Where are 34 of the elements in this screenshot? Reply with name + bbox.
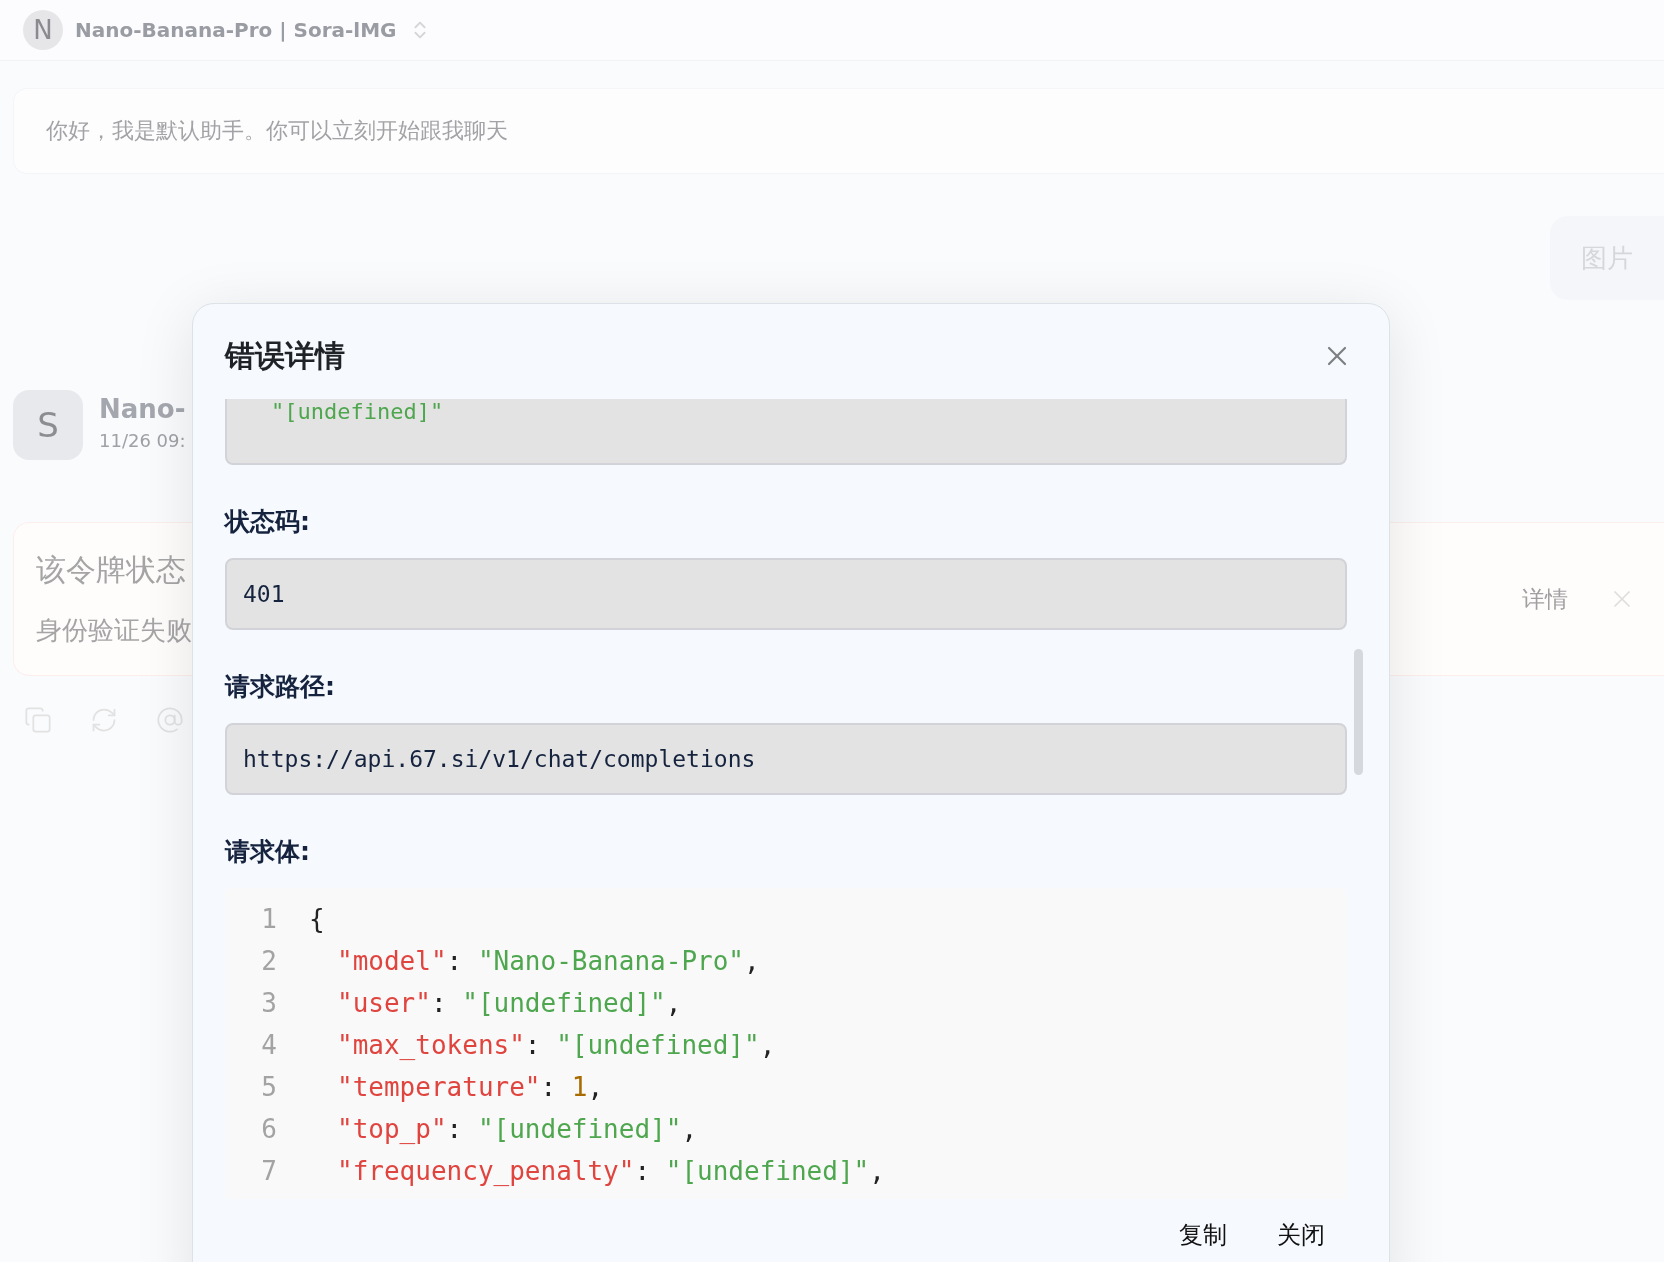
scrollbar-thumb[interactable] xyxy=(1354,649,1363,775)
dialog-title: 错误详情 xyxy=(225,337,345,375)
dialog-button[interactable]: 关闭 xyxy=(1277,1219,1325,1251)
value-field: https://api.67.si/v1/chat/completions xyxy=(225,723,1347,795)
at-sign-icon[interactable] xyxy=(156,706,184,734)
code-line: "top_p": "[undefined]", xyxy=(336,1114,698,1144)
assistant-avatar: S xyxy=(13,390,83,460)
code-line: "frequency_penalty": "[undefined]", xyxy=(336,1156,885,1186)
field-label: 状态码: xyxy=(225,506,311,538)
code-line: "max_tokens": "[undefined]", xyxy=(336,1030,776,1060)
field-value: "[undefined]" xyxy=(271,399,444,423)
model-avatar: N xyxy=(23,10,63,50)
line-number: 1 xyxy=(260,904,277,934)
error-message: 身份验证失败 xyxy=(36,614,192,647)
refresh-icon[interactable] xyxy=(90,706,118,734)
line-number: 4 xyxy=(260,1030,277,1060)
field-label: 请求体: xyxy=(225,836,311,868)
line-number: 5 xyxy=(260,1072,277,1102)
assistant-name: Nano- xyxy=(99,394,186,424)
code-line: { xyxy=(308,904,325,934)
code-line: "model": "Nano-Banana-Pro", xyxy=(336,946,760,976)
line-number: 6 xyxy=(260,1114,277,1144)
field-label: 请求路径: xyxy=(225,671,336,703)
error-title: 该令牌状态 xyxy=(36,551,187,589)
value-field: 401 xyxy=(225,558,1347,630)
line-number: 7 xyxy=(260,1156,277,1186)
code-line: "user": "[undefined]", xyxy=(336,988,682,1018)
copy-icon[interactable] xyxy=(24,706,52,734)
code-line: "temperature": 1, xyxy=(336,1072,604,1102)
dialog-button[interactable]: 复制 xyxy=(1179,1219,1227,1251)
line-number: 2 xyxy=(260,946,277,976)
greeting-text: 你好，我是默认助手。你可以立刻开始跟我聊天 xyxy=(46,117,508,145)
message-time: 11/26 09: xyxy=(99,430,186,451)
line-number: 3 xyxy=(260,988,277,1018)
